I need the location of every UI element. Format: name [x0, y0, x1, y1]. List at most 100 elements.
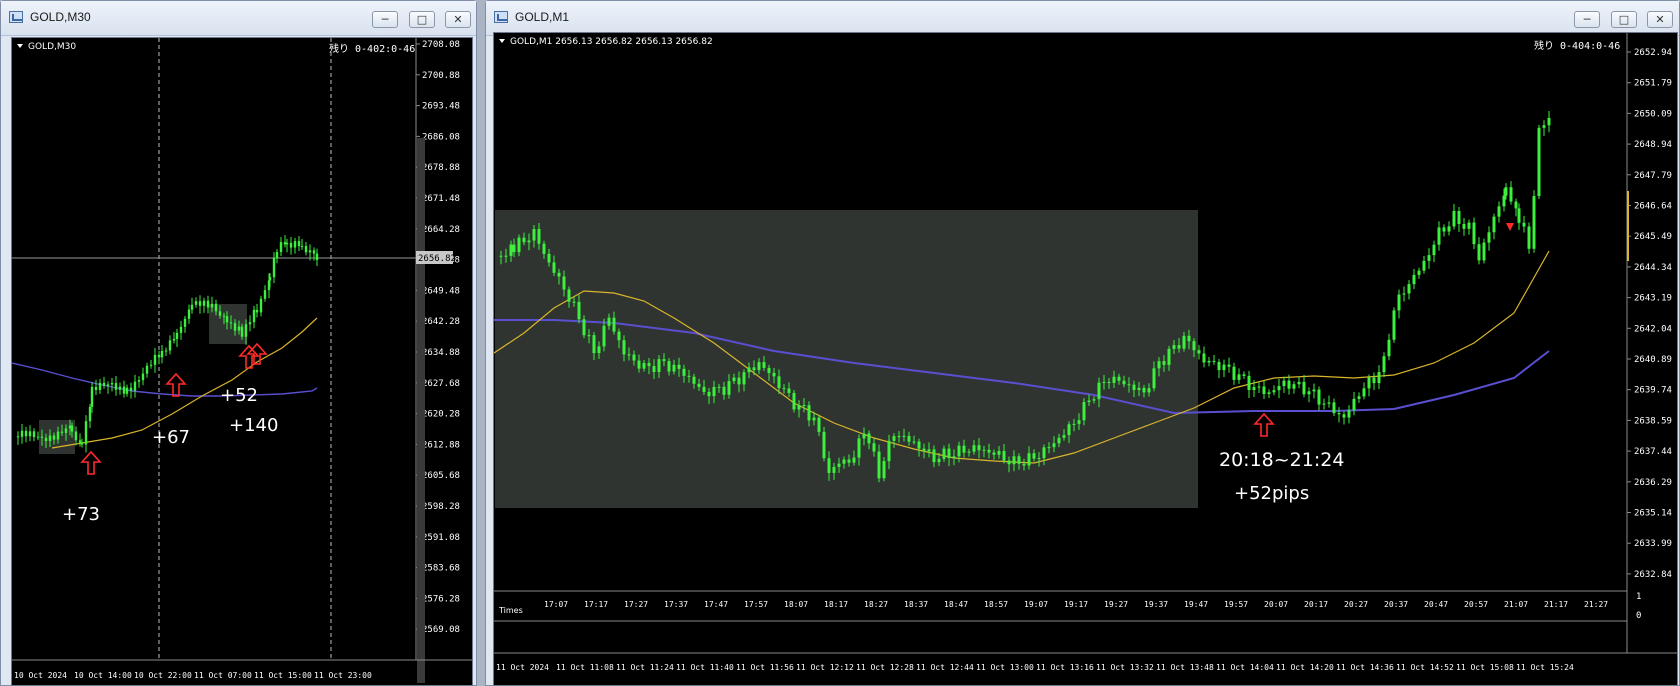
indicator-tick-label: 20:17: [1304, 600, 1328, 609]
candle-body: [812, 417, 816, 421]
candle-body: [1002, 450, 1006, 461]
candle-body: [1327, 402, 1331, 404]
candle-body: [279, 242, 283, 253]
minimize-button[interactable]: ─: [1574, 11, 1600, 28]
candle-body: [1222, 364, 1226, 371]
candle-body: [737, 377, 741, 385]
candle-body: [1487, 232, 1491, 243]
right-window-titlebar[interactable]: GOLD,M1 ─ □ ✕: [486, 1, 1679, 36]
candle-body: [1497, 206, 1501, 217]
candle-body: [1407, 284, 1411, 294]
candle-body: [255, 309, 259, 313]
candle-body: [1022, 463, 1026, 466]
left-timer: 残り 0-402:0-46: [329, 42, 415, 55]
candle-body: [78, 440, 82, 443]
candle-body: [562, 276, 566, 290]
candle-body: [837, 463, 841, 467]
candle-body: [667, 361, 671, 372]
candle-body: [252, 309, 256, 323]
price-tick-label: 2708.08: [422, 40, 460, 50]
candle-body: [652, 366, 656, 372]
right-highlight-box: [495, 210, 1198, 508]
price-tick-label: 2636.29: [1634, 478, 1672, 488]
left-chart-area[interactable]: GOLD,M30 残り 0-402:0-46 2708.08 2700.88 269…: [11, 37, 473, 686]
candle-body: [153, 354, 157, 365]
candle-body: [1182, 335, 1186, 349]
candle-body: [1112, 376, 1116, 383]
price-tick-label: 2648.94: [1634, 140, 1672, 150]
indicator-tick-label: 18:27: [864, 600, 888, 609]
candle-body: [1247, 375, 1251, 391]
date-tick-label: 11 Oct 11:24: [616, 663, 674, 672]
candle-body: [1132, 384, 1136, 390]
date-tick-label: 11 Oct 14:36: [1336, 663, 1394, 672]
price-tick-label: 2643.19: [1634, 294, 1672, 304]
candle-body: [137, 380, 141, 382]
close-button[interactable]: ✕: [1647, 11, 1673, 28]
minimize-button[interactable]: ─: [372, 11, 398, 28]
candle-body: [987, 449, 991, 453]
chart-menu-triangle-icon[interactable]: [17, 44, 23, 48]
candle-body: [1477, 244, 1481, 261]
right-chart-header: GOLD,M1 2656.13 2656.82 2656.13 2656.82: [510, 37, 713, 47]
left-scroll-strip[interactable]: [417, 138, 425, 683]
indicator-tick-label: 17:07: [544, 600, 568, 609]
candle-body: [1337, 413, 1341, 415]
candle-body: [637, 360, 641, 369]
candle-body: [218, 311, 222, 316]
candle-body: [1372, 377, 1376, 384]
candle-body: [1367, 377, 1371, 389]
candle-body: [1522, 222, 1526, 227]
candle-body: [1377, 372, 1381, 384]
candle-body: [504, 255, 508, 257]
candle-body: [32, 431, 36, 438]
candle-body: [607, 317, 611, 326]
candle-body: [992, 452, 996, 455]
close-button[interactable]: ✕: [445, 11, 471, 28]
candle-body: [1092, 399, 1096, 401]
candle-body: [285, 242, 289, 245]
candle-body: [1347, 410, 1351, 418]
candle-body: [592, 335, 596, 354]
candle-body: [1302, 381, 1306, 395]
candle-body: [1382, 356, 1386, 373]
candle-body: [1509, 187, 1513, 202]
right-chart-svg: GOLD,M1 2656.13 2656.82 2656.13 2656.82 …: [494, 33, 1677, 672]
candle-body: [1027, 453, 1031, 466]
candle-body: [1457, 211, 1461, 225]
chart-window-icon: [494, 11, 508, 23]
date-tick-label: 11 Oct 11:40: [676, 663, 734, 672]
candle-body: [802, 405, 806, 407]
candle-body: [149, 364, 153, 366]
candle-body: [632, 354, 636, 361]
chart-window-icon: [9, 11, 23, 23]
candle-body: [187, 309, 191, 319]
candle-body: [1272, 390, 1276, 393]
candle-body: [222, 315, 226, 317]
candle-body: [927, 449, 931, 452]
candle-body: [577, 301, 581, 320]
maximize-button[interactable]: □: [409, 11, 435, 28]
chart-menu-triangle-icon[interactable]: [499, 39, 505, 43]
indicator-scale-bottom: 0: [1636, 611, 1641, 621]
candle-body: [1287, 380, 1291, 389]
maximize-button[interactable]: □: [1611, 11, 1637, 28]
right-price-marker: [1627, 191, 1629, 261]
candle-body: [240, 326, 244, 337]
candle-body: [1227, 364, 1231, 367]
candle-body: [248, 322, 252, 325]
indicator-tick-label: 17:27: [624, 600, 648, 609]
right-price-axis: 2652.94 2651.79 2650.09 2648.94 2647.79 2646.…: [1627, 48, 1672, 580]
candle-body: [1397, 294, 1401, 311]
right-chart-area[interactable]: GOLD,M1 2656.13 2656.82 2656.13 2656.82 …: [493, 32, 1678, 686]
candle-body: [1157, 361, 1161, 369]
left-window-titlebar[interactable]: GOLD,M30 ─ □ ✕: [1, 1, 476, 36]
candle-body: [1012, 456, 1016, 465]
candle-body: [1317, 389, 1321, 405]
candle-body: [1077, 420, 1081, 424]
candle-body: [1422, 260, 1426, 271]
date-tick-label: 10 Oct 2024: [14, 671, 67, 680]
price-tick-label: 2569.08: [422, 625, 460, 635]
candle-body: [942, 448, 946, 459]
candle-body: [268, 277, 272, 281]
